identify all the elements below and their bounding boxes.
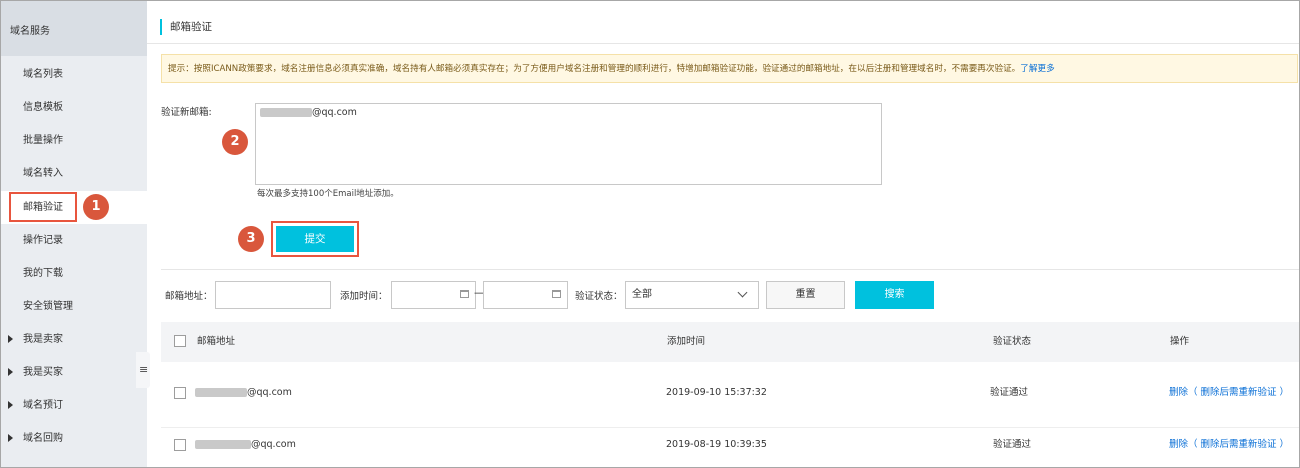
date-from-input[interactable] [391,281,476,309]
divider [161,427,1299,428]
sidebar-item-batch-ops[interactable]: 批量操作 [1,124,147,157]
search-button[interactable]: 搜索 [855,281,934,309]
notice-banner: 提示：按照ICANN政策要求，域名注册信息必须真实准确，域名持有人邮箱必须真实存… [161,54,1298,83]
sidebar-group-label: 域名回购 [23,433,63,444]
row-delete-link[interactable]: 删除（ 删除后需重新验证 ） [1169,375,1289,411]
divider [147,43,1299,44]
calendar-icon [552,290,561,298]
sidebar-group-buyer[interactable]: 我是买家 [1,356,147,389]
filter-email-label: 邮箱地址： [165,291,213,302]
calendar-icon [460,290,469,298]
row-email: @qq.com [195,375,292,411]
learn-more-link[interactable]: 了解更多 [1020,64,1054,74]
sidebar-item-domain-transfer[interactable]: 域名转入 [1,157,147,190]
row-status: 验证通过 [993,439,1032,450]
redacted-text [195,440,251,449]
sidebar-item-operation-log[interactable]: 操作记录 [1,224,147,257]
main-content: 邮箱验证 提示：按照ICANN政策要求，域名注册信息必须真实准确，域名持有人邮箱… [147,1,1299,467]
sidebar-header: 域名服务 [1,1,147,56]
row-email-domain: @qq.com [251,439,296,450]
status-select-value: 全部 [632,289,652,300]
row-added-time: 2019-09-10 15:37:32 [666,387,767,398]
new-email-textarea[interactable]: @qq.com [255,103,882,185]
divider [161,269,1299,270]
caret-right-icon [8,401,13,409]
sidebar-group-seller[interactable]: 我是卖家 [1,323,147,356]
filter-time-label: 添加时间： [340,291,388,302]
row-email-domain: @qq.com [247,387,292,398]
row-checkbox[interactable] [174,439,186,451]
sidebar-item-domain-list[interactable]: 域名列表 [1,58,147,91]
sidebar: 域名服务 域名列表 信息模板 批量操作 域名转入 邮箱验证 操作记录 我的下载 … [1,1,147,467]
row-status: 验证通过 [990,387,1029,398]
reset-button[interactable]: 重置 [766,281,845,309]
column-status: 验证状态 [993,336,1032,347]
sidebar-item-security-lock[interactable]: 安全锁管理 [1,290,147,323]
sidebar-group-label: 域名预订 [23,400,63,411]
row-delete-link[interactable]: 删除（ 删除后需重新验证 ） [1169,429,1289,461]
step-badge-2: 2 [222,129,248,155]
sidebar-item-my-downloads[interactable]: 我的下载 [1,257,147,290]
email-domain-text: @qq.com [312,107,357,118]
date-to-input[interactable] [483,281,568,309]
column-email: 邮箱地址 [197,336,236,347]
row-checkbox[interactable] [174,387,186,399]
table-header: 邮箱地址 添加时间 验证状态 操作 [161,322,1299,362]
status-select[interactable]: 全部 [625,281,759,309]
sidebar-group-domain-booking[interactable]: 域名预订 [1,389,147,422]
caret-right-icon [8,368,13,376]
email-limit-hint: 每次最多支持100个Email地址添加。 [257,189,399,199]
column-added-time: 添加时间 [667,336,706,347]
chevron-down-icon [737,287,748,298]
column-actions: 操作 [1170,336,1190,347]
notice-text: 提示：按照ICANN政策要求，域名注册信息必须真实准确，域名持有人邮箱必须真实存… [168,64,1021,74]
redacted-text [195,388,247,397]
table-row: @qq.com 2019-08-19 10:39:35 验证通过 删除（ 删除后… [161,429,1299,465]
sidebar-group-label: 我是卖家 [23,334,63,345]
sidebar-item-info-template[interactable]: 信息模板 [1,91,147,124]
row-email: @qq.com [195,429,296,461]
filter-status-label: 验证状态： [575,291,623,302]
highlight-box-step1 [9,192,77,222]
table-row: @qq.com 2019-09-10 15:37:32 验证通过 删除（ 删除后… [161,375,1299,411]
step-badge-3: 3 [238,226,264,252]
new-email-label: 验证新邮箱: [161,107,212,118]
filter-email-input[interactable] [215,281,331,309]
redacted-text [260,108,312,117]
sidebar-group-label: 我是买家 [23,367,63,378]
page-title: 邮箱验证 [160,19,212,35]
caret-right-icon [8,434,13,442]
step-badge-1: 1 [83,194,109,220]
submit-button[interactable]: 提交 [276,226,354,252]
select-all-checkbox[interactable] [174,335,186,347]
sidebar-group-domain-buyback[interactable]: 域名回购 [1,422,147,455]
caret-right-icon [8,335,13,343]
row-added-time: 2019-08-19 10:39:35 [666,439,767,450]
